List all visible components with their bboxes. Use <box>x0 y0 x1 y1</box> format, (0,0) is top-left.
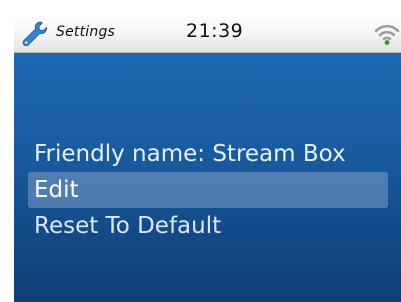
status-bar: Settings 21:39 <box>14 14 401 53</box>
app-title: Settings <box>56 24 116 40</box>
clock: 21:39 <box>186 20 244 42</box>
settings-menu: Friendly name: Stream Box Edit Reset To … <box>28 136 388 244</box>
menu-item-reset-to-default[interactable]: Reset To Default <box>28 208 388 244</box>
wifi-icon <box>374 25 400 45</box>
menu-item-edit[interactable]: Edit <box>28 172 388 208</box>
device-screen: Settings 21:39 Friendly name: Stream Box… <box>14 14 401 302</box>
wrench-icon <box>22 21 48 47</box>
menu-item-friendly-name[interactable]: Friendly name: Stream Box <box>28 136 388 172</box>
